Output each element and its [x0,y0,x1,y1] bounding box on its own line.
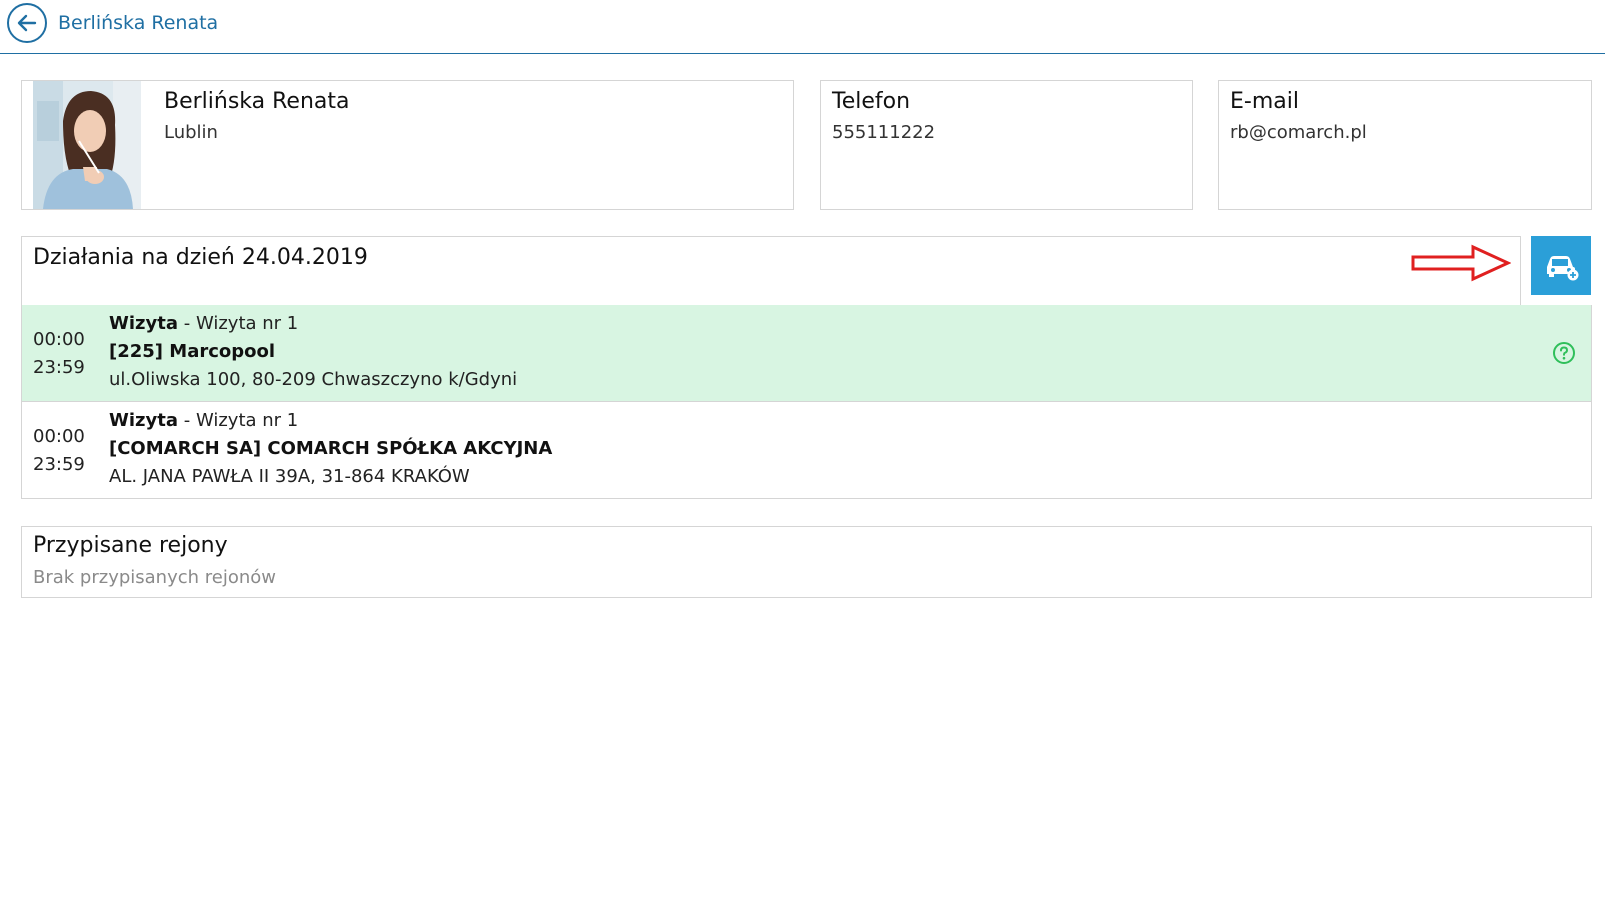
red-arrow-annotation [1411,244,1511,282]
activity-start-time: 00:00 [33,426,85,447]
phone-value[interactable]: 555111222 [832,122,935,143]
email-label: E-mail [1230,89,1299,114]
regions-empty-text: Brak przypisanych rejonów [33,567,277,588]
activity-address: ul.Oliwska 100, 80-209 Chwaszczyno k/Gdy… [109,369,518,390]
email-value[interactable]: rb@comarch.pl [1230,122,1367,143]
activity-separator: - [178,410,196,431]
question-circle-icon[interactable] [1552,341,1576,365]
activity-type: Wizyta [109,313,178,334]
email-card: E-mail rb@comarch.pl [1218,80,1592,210]
page-title: Berlińska Renata [58,12,219,34]
activity-start-time: 00:00 [33,329,85,350]
activity-end-time: 23:59 [33,454,85,475]
activity-separator: - [178,313,196,334]
activity-customer: [COMARCH SA] COMARCH SPÓŁKA AKCYJNA [109,438,553,459]
activity-end-time: 23:59 [33,357,85,378]
activity-title: Wizyta - Wizyta nr 1 [109,313,298,334]
employee-city: Lublin [164,122,218,143]
activity-title: Wizyta - Wizyta nr 1 [109,410,298,431]
car-add-icon [1547,255,1579,280]
phone-label: Telefon [832,89,911,114]
activity-name: Wizyta nr 1 [195,410,299,431]
add-visit-button[interactable] [1531,236,1591,295]
phone-card: Telefon 555111222 [820,80,1193,210]
avatar [33,81,141,209]
activity-row[interactable]: 00:00 23:59 Wizyta - Wizyta nr 1 [COMARC… [21,402,1592,499]
header-bar: Berlińska Renata [0,0,1605,54]
employee-name: Berlińska Renata [164,89,350,114]
activity-customer: [225] Marcopool [109,341,276,362]
regions-title: Przypisane rejony [33,533,228,558]
activities-title: Działania na dzień 24.04.2019 [33,245,368,270]
arrow-left-icon [17,14,37,32]
regions-card: Przypisane rejony Brak przypisanych rejo… [21,526,1592,598]
back-button[interactable] [7,3,47,43]
profile-card: Berlińska Renata Lublin [21,80,794,210]
activity-row[interactable]: 00:00 23:59 Wizyta - Wizyta nr 1 [225] M… [21,305,1592,402]
activity-name: Wizyta nr 1 [195,313,299,334]
activities-header: Działania na dzień 24.04.2019 [21,236,1521,305]
activity-type: Wizyta [109,410,178,431]
activity-address: AL. JANA PAWŁA II 39A, 31-864 KRAKÓW [109,466,470,487]
